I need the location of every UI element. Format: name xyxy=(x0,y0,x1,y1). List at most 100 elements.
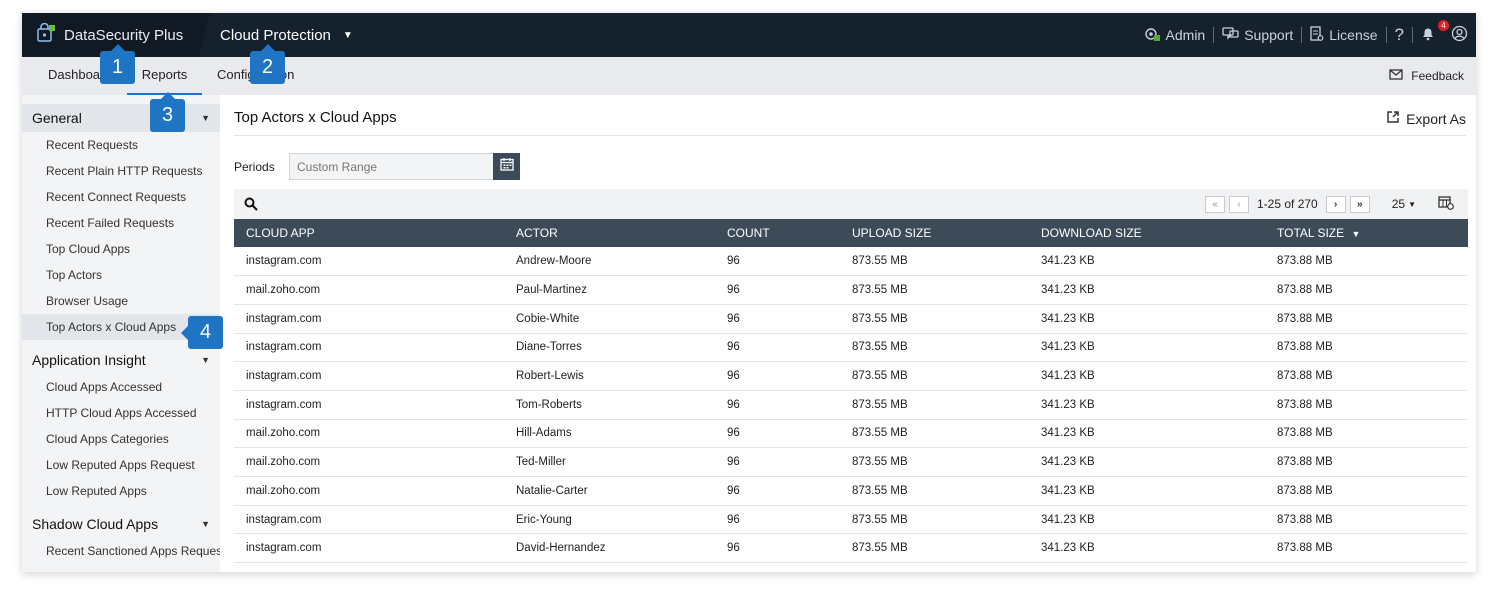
datasecurity-logo-icon xyxy=(36,22,56,47)
admin-link[interactable]: Admin xyxy=(1135,26,1214,45)
table-row[interactable]: instagram.com David-Hernandez 96 873.55 MB 3… xyxy=(234,533,1468,564)
license-link[interactable]: License xyxy=(1302,25,1385,45)
search-icon[interactable] xyxy=(244,197,258,216)
table-row[interactable]: instagram.com Robert-Lewis 96 873.55 MB 341.… xyxy=(234,361,1468,391)
report-table: CLOUD APP ACTOR COUNT UPLOAD SIZE DOWNLO… xyxy=(234,219,1468,564)
cell-actor: Eric-Young xyxy=(504,505,715,535)
export-button[interactable]: Export As xyxy=(1386,110,1466,127)
prev-page-button[interactable]: ‹ xyxy=(1229,195,1249,213)
cell-download-size: 341.23 KB xyxy=(1029,390,1265,420)
callout-marker-3: 3 xyxy=(150,92,185,132)
help-icon: ? xyxy=(1394,25,1404,44)
cell-upload-size: 873.55 MB xyxy=(840,361,1029,391)
first-page-button[interactable]: « xyxy=(1205,195,1225,213)
table-row[interactable]: instagram.com Andrew-Moore 96 873.55 MB 341.… xyxy=(234,247,1468,277)
cell-download-size: 341.23 KB xyxy=(1029,304,1265,334)
support-link[interactable]: Support xyxy=(1214,26,1301,44)
cell-upload-size: 873.55 MB xyxy=(840,419,1029,449)
notifications-button[interactable]: 4 xyxy=(1413,20,1449,44)
cell-total-size: 873.88 MB xyxy=(1265,447,1468,477)
column-header-download-size[interactable]: DOWNLOAD SIZE xyxy=(1029,219,1265,247)
section-title: General xyxy=(32,110,82,126)
table-row[interactable]: mail.zoho.com Ted-Miller 96 873.55 MB 341.23… xyxy=(234,447,1468,477)
cell-actor: Cobie-White xyxy=(504,304,715,334)
cell-cloud-app: mail.zoho.com xyxy=(234,419,504,449)
cell-count: 96 xyxy=(715,476,840,506)
sort-desc-icon: ▼ xyxy=(1351,229,1361,239)
cell-download-size: 341.23 KB xyxy=(1029,333,1265,363)
caret-down-icon: ▼ xyxy=(201,519,210,529)
chat-icon xyxy=(1222,26,1239,44)
sidebar-item-recent-sanctioned-apps-request[interactable]: Recent Sanctioned Apps Request xyxy=(22,538,220,564)
cell-actor: Robert-Lewis xyxy=(504,361,715,391)
sidebar-item-http-cloud-apps-accessed[interactable]: HTTP Cloud Apps Accessed xyxy=(22,400,220,426)
report-table-container: « ‹ 1-25 of 270 › » 25 ▼ CLOUD APP ACTOR… xyxy=(234,189,1468,564)
cell-count: 96 xyxy=(715,533,840,564)
cell-total-size: 873.88 MB xyxy=(1265,333,1468,363)
cell-cloud-app: mail.zoho.com xyxy=(234,275,504,305)
double-chevron-right-icon: » xyxy=(1356,198,1363,210)
tab-reports[interactable]: Reports xyxy=(127,57,202,95)
table-row[interactable]: instagram.com Eric-Young 96 873.55 MB 341.23… xyxy=(234,505,1468,535)
cell-actor: Natalie-Carter xyxy=(504,476,715,506)
column-header-actor[interactable]: ACTOR xyxy=(504,219,715,247)
column-header-upload-size[interactable]: UPLOAD SIZE xyxy=(840,219,1029,247)
callout-marker-4: 4 xyxy=(181,316,223,349)
section-title: Shadow Cloud Apps xyxy=(32,516,159,532)
next-page-button[interactable]: › xyxy=(1325,195,1346,213)
table-row[interactable]: instagram.com Cobie-White 96 873.55 MB 341.2… xyxy=(234,304,1468,334)
calendar-button[interactable] xyxy=(493,153,520,180)
sidebar-item-top-actors[interactable]: Top Actors xyxy=(22,262,220,288)
sidebar-item-recent-plain-http-requests[interactable]: Recent Plain HTTP Requests xyxy=(22,158,220,184)
cell-download-size: 341.23 KB xyxy=(1029,419,1265,449)
sidebar-section-shadow-cloud-apps[interactable]: Shadow Cloud Apps ▼ xyxy=(22,510,220,538)
cell-download-size: 341.23 KB xyxy=(1029,447,1265,477)
rows-per-page-select[interactable]: 25 ▼ xyxy=(1392,197,1416,211)
table-row[interactable]: mail.zoho.com Hill-Adams 96 873.55 MB 341.23… xyxy=(234,419,1468,449)
feedback-button[interactable]: Feedback xyxy=(1389,57,1464,95)
cell-upload-size: 873.55 MB xyxy=(840,390,1029,420)
cell-upload-size: 873.55 MB xyxy=(840,533,1029,564)
last-page-button[interactable]: » xyxy=(1349,195,1370,213)
cell-total-size: 873.88 MB xyxy=(1265,361,1468,391)
table-row[interactable]: mail.zoho.com Paul-Martinez 96 873.55 MB 341… xyxy=(234,275,1468,305)
table-row[interactable]: instagram.com Diane-Torres 96 873.55 MB 341.… xyxy=(234,333,1468,363)
app-window: DataSecurity Plus Cloud Protection ▼ Adm… xyxy=(22,13,1476,572)
sidebar-item-browser-usage[interactable]: Browser Usage xyxy=(22,288,220,314)
cell-total-size: 873.88 MB xyxy=(1265,390,1468,420)
cell-download-size: 341.23 KB xyxy=(1029,505,1265,535)
sidebar-item-cloud-apps-categories[interactable]: Cloud Apps Categories xyxy=(22,426,220,452)
table-row[interactable]: mail.zoho.com Natalie-Carter 96 873.55 MB 34… xyxy=(234,476,1468,506)
export-label: Export As xyxy=(1406,110,1466,127)
column-chooser-icon[interactable] xyxy=(1438,195,1454,213)
cell-actor: Paul-Martinez xyxy=(504,275,715,305)
notification-badge: 4 xyxy=(1438,20,1449,31)
sidebar-item-recent-requests[interactable]: Recent Requests xyxy=(22,132,220,158)
sidebar-item-cloud-apps-accessed[interactable]: Cloud Apps Accessed xyxy=(22,374,220,400)
sidebar-item-top-cloud-apps[interactable]: Top Cloud Apps xyxy=(22,236,220,262)
sidebar-section-application-insight[interactable]: Application Insight ▼ xyxy=(22,346,220,374)
cell-actor: Diane-Torres xyxy=(504,333,715,363)
rows-per-page-value: 25 xyxy=(1391,197,1406,211)
cell-count: 96 xyxy=(715,390,840,420)
column-header-cloud-app[interactable]: CLOUD APP xyxy=(234,219,504,247)
sidebar-item-recent-failed-requests[interactable]: Recent Failed Requests xyxy=(22,210,220,236)
sidebar-item-recent-connect-requests[interactable]: Recent Connect Requests xyxy=(22,184,220,210)
cell-total-size: 873.88 MB xyxy=(1265,505,1468,535)
sidebar-item-low-reputed-apps-request[interactable]: Low Reputed Apps Request xyxy=(22,452,220,478)
caret-down-icon: ▼ xyxy=(201,355,210,365)
cell-actor: Andrew-Moore xyxy=(504,247,715,277)
period-range-input[interactable] xyxy=(289,153,494,180)
column-header-total-size[interactable]: TOTAL SIZE ▼ xyxy=(1265,219,1468,247)
help-button[interactable]: ? xyxy=(1387,25,1412,45)
sidebar-section-general[interactable]: General ▼ xyxy=(22,104,220,132)
column-header-count[interactable]: COUNT xyxy=(715,219,840,247)
cell-count: 96 xyxy=(715,275,840,305)
cell-actor: Hill-Adams xyxy=(504,419,715,449)
table-row[interactable]: instagram.com Tom-Roberts 96 873.55 MB 341.2… xyxy=(234,390,1468,420)
sidebar-item-low-reputed-apps[interactable]: Low Reputed Apps xyxy=(22,478,220,504)
cell-download-size: 341.23 KB xyxy=(1029,476,1265,506)
cell-cloud-app: instagram.com xyxy=(234,304,504,334)
module-switcher[interactable]: Cloud Protection ▼ xyxy=(220,13,353,57)
cell-cloud-app: instagram.com xyxy=(234,333,504,363)
